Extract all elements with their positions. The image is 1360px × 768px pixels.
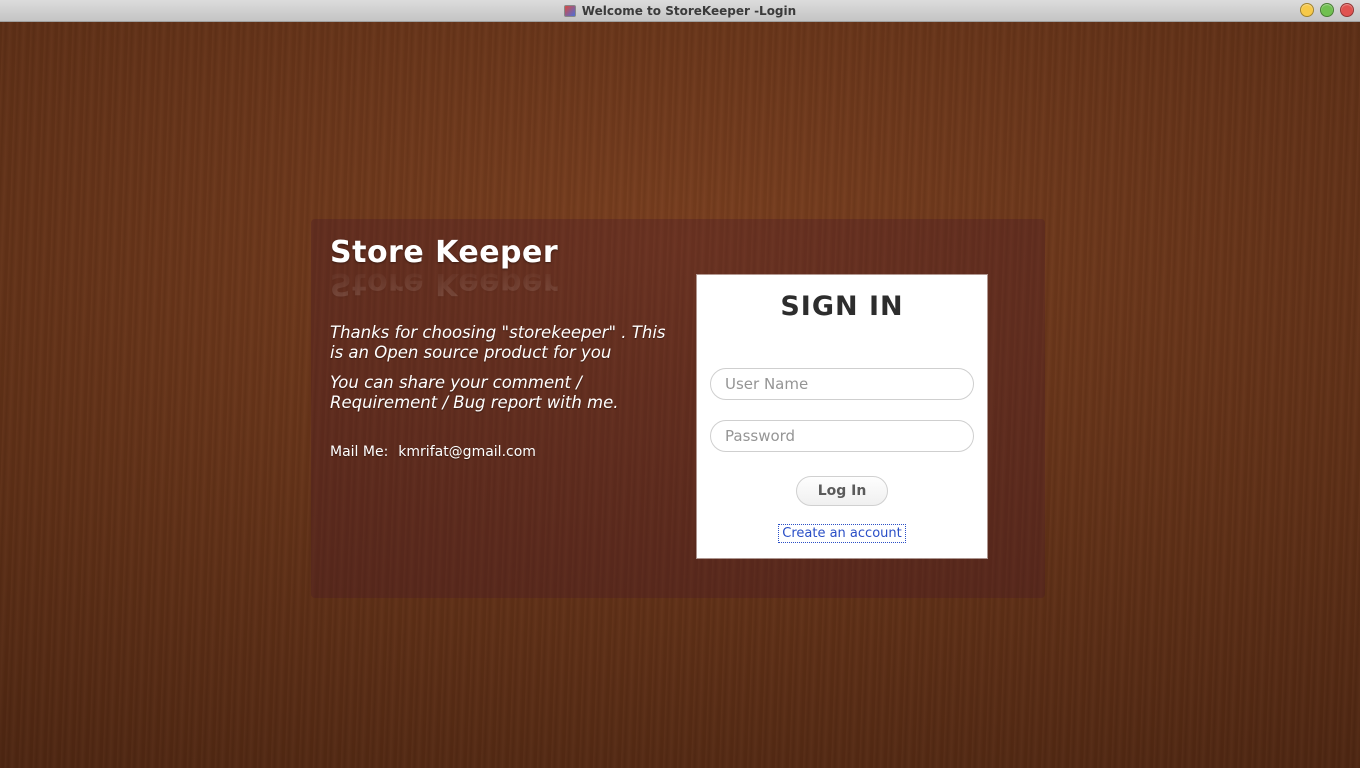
app-title: Store Keeper: [330, 235, 670, 270]
signin-card: SIGN IN Log In Create an account: [697, 275, 987, 558]
info-panel: Store Keeper Store Keeper Thanks for cho…: [330, 235, 670, 460]
page-background: Store Keeper Store Keeper Thanks for cho…: [0, 22, 1360, 768]
create-account-link[interactable]: Create an account: [778, 524, 905, 543]
app-window-icon: [564, 5, 576, 17]
app-title-reflection: Store Keeper: [330, 266, 670, 301]
window-titlebar: Welcome to StoreKeeper -Login: [0, 0, 1360, 22]
intro-text-2: You can share your comment / Requirement…: [330, 373, 670, 413]
password-input[interactable]: [710, 420, 974, 452]
signin-heading: SIGN IN: [709, 291, 975, 322]
username-input[interactable]: [710, 368, 974, 400]
window-close-button[interactable]: [1340, 3, 1354, 17]
mail-address: kmrifat@gmail.com: [398, 444, 536, 460]
login-button[interactable]: Log In: [796, 476, 888, 506]
mail-label: Mail Me:: [330, 444, 388, 460]
window-minimize-button[interactable]: [1300, 3, 1314, 17]
window-maximize-button[interactable]: [1320, 3, 1334, 17]
intro-text-1: Thanks for choosing "storekeeper" . This…: [330, 323, 670, 363]
window-title: Welcome to StoreKeeper -Login: [582, 4, 796, 18]
